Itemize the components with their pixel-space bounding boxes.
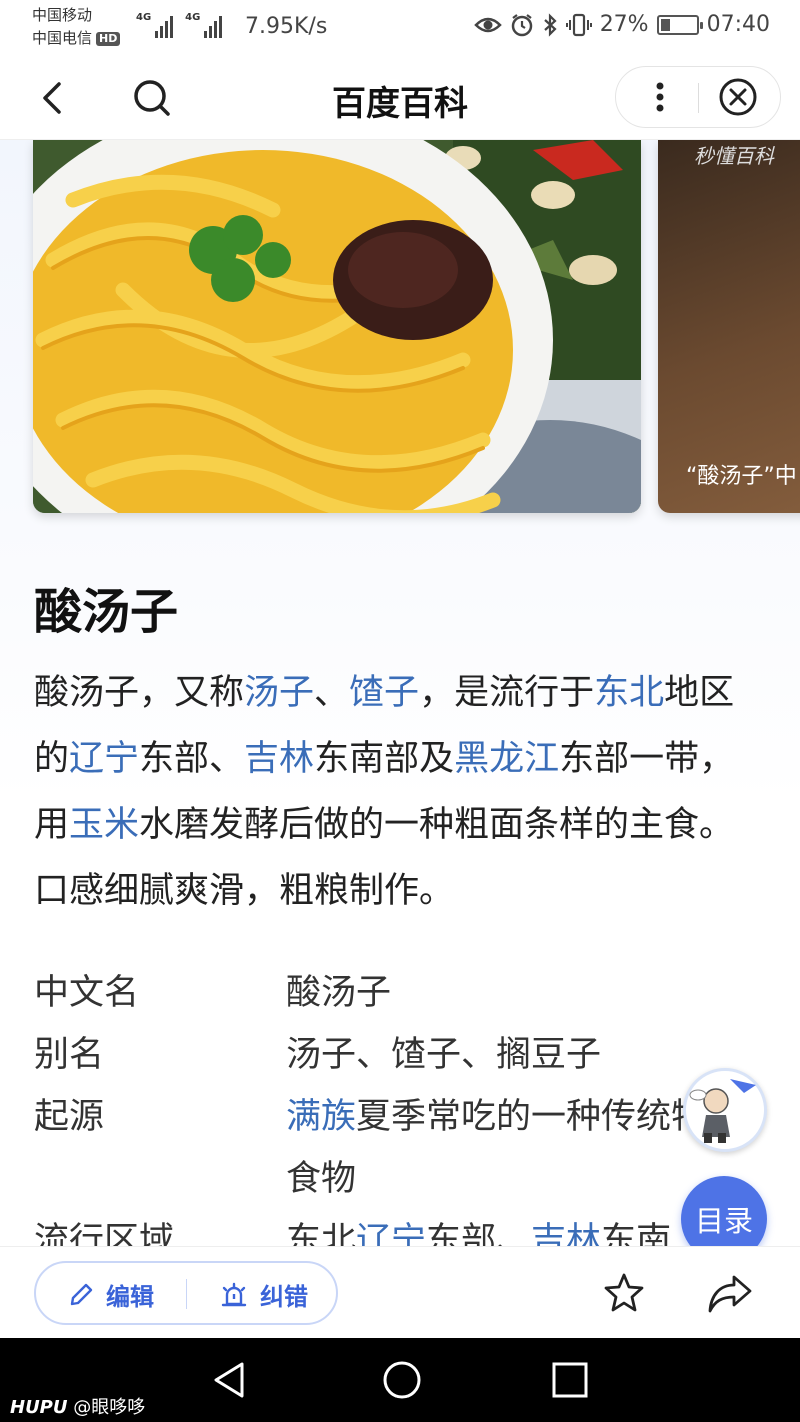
pill-divider xyxy=(186,1279,187,1309)
info-row: 别名 汤子、馇子、搁豆子 xyxy=(34,1024,754,1086)
info-value: 汤子、馇子、搁豆子 xyxy=(286,1024,754,1086)
edit-correct-pill: 编辑 纠错 xyxy=(34,1261,338,1325)
info-key: 流行区域 xyxy=(34,1221,175,1246)
system-navigation-bar: HUPU @眼哆哆 xyxy=(0,1338,800,1422)
status-bar: 中国移动 中国电信 HD 4G 4G 7.95K/s 27% 07:40 xyxy=(0,0,800,56)
miniapp-capsule xyxy=(615,66,781,128)
text-segment: 东北 xyxy=(286,1221,357,1246)
carrier-1: 中国移动 xyxy=(32,6,93,24)
eye-icon xyxy=(473,17,502,32)
image-gallery[interactable]: 秒懂百科 “酸汤子”中 xyxy=(33,140,800,513)
wiki-link[interactable]: 馇子 xyxy=(349,673,419,713)
gallery-image[interactable] xyxy=(33,140,641,513)
bottom-action-bar: 编辑 纠错 xyxy=(0,1246,800,1338)
cartoon-avatar-icon xyxy=(687,1072,763,1148)
assistant-avatar-button[interactable] xyxy=(683,1068,767,1152)
wiki-link[interactable]: 东北 xyxy=(594,673,664,713)
image-watermark: 秒懂百科 xyxy=(694,144,774,168)
bluetooth-icon xyxy=(543,12,557,37)
net-speed: 7.95K/s xyxy=(245,14,328,39)
wiki-link[interactable]: 吉林 xyxy=(244,739,314,779)
search-icon xyxy=(134,80,170,116)
square-recents-icon xyxy=(552,1362,588,1398)
info-key: 中文名 xyxy=(34,973,140,1013)
wiki-link[interactable]: 黑龙江 xyxy=(454,739,559,779)
text-segment: 汤子、馇子、搁豆子 xyxy=(286,1035,602,1075)
source-watermark: HUPU @眼哆哆 xyxy=(10,1393,145,1419)
noodle-dish-image xyxy=(33,140,641,513)
signal-icon: 4G xyxy=(185,12,223,38)
wiki-link[interactable]: 满族 xyxy=(286,1097,356,1137)
info-row: 中文名 酸汤子 xyxy=(34,962,754,1024)
info-key: 起源 xyxy=(34,1097,105,1137)
net-type-label: 4G xyxy=(185,12,201,23)
signal-indicators: 4G 4G xyxy=(136,12,223,38)
gallery-image[interactable]: 秒懂百科 “酸汤子”中 xyxy=(658,140,800,513)
toc-button[interactable]: 目录 xyxy=(681,1176,767,1246)
text-segment: 东南部及 xyxy=(314,739,455,779)
system-back-button[interactable] xyxy=(208,1358,252,1402)
wiki-link[interactable]: 玉米 xyxy=(69,805,139,845)
circle-home-icon xyxy=(383,1361,421,1399)
watermark-user: @眼哆哆 xyxy=(73,1397,146,1418)
correct-label: 纠错 xyxy=(260,1283,308,1311)
system-home-button[interactable] xyxy=(380,1358,424,1402)
image-caption: “酸汤子”中 xyxy=(686,464,797,489)
wiki-link[interactable]: 吉林 xyxy=(531,1221,601,1246)
carrier-info: 中国移动 中国电信 HD xyxy=(32,4,121,50)
entry-summary: 酸汤子，又称汤子、馇子，是流行于东北地区的辽宁东部、吉林东南部及黑龙江东部一带，… xyxy=(34,660,764,924)
alarm-icon xyxy=(511,13,532,36)
more-button[interactable] xyxy=(636,73,684,121)
close-button[interactable] xyxy=(714,73,762,121)
net-type-label: 4G xyxy=(136,12,152,23)
triangle-back-icon xyxy=(214,1362,244,1398)
entry-title: 酸汤子 xyxy=(34,584,179,640)
text-segment: ，是流行于 xyxy=(419,673,595,713)
wiki-link[interactable]: 辽宁 xyxy=(356,1221,426,1246)
text-segment: 东部、 xyxy=(139,739,245,779)
header: 百度百科 xyxy=(0,56,800,140)
share-button[interactable] xyxy=(706,1271,754,1315)
status-icons: 27% 07:40 xyxy=(473,12,770,37)
back-button[interactable] xyxy=(30,74,78,122)
correct-button[interactable]: 纠错 xyxy=(218,1277,308,1312)
text-segment: 东部、 xyxy=(426,1221,532,1246)
favorite-button[interactable] xyxy=(602,1271,646,1315)
battery-icon xyxy=(656,14,703,35)
battery-percent: 27% xyxy=(599,12,649,37)
info-row: 起源 满族夏季常吃的一种传统特色食物 xyxy=(34,1086,754,1210)
chevron-left-icon xyxy=(43,82,61,114)
search-button[interactable] xyxy=(128,74,176,122)
close-circle-icon xyxy=(719,78,757,116)
page-title: 百度百科 xyxy=(332,84,468,124)
text-segment: 酸汤子 xyxy=(286,973,392,1013)
info-key: 别名 xyxy=(34,1035,105,1075)
more-vertical-icon xyxy=(656,82,664,112)
wiki-link[interactable]: 辽宁 xyxy=(69,739,139,779)
vibrate-icon xyxy=(565,13,592,36)
text-segment: 、 xyxy=(314,673,350,713)
basic-info-table: 中文名 酸汤子 别名 汤子、馇子、搁豆子 起源 满族夏季常吃的一种传统特色食物 流行区域 东北… xyxy=(34,962,754,1246)
article-content: 秒懂百科 “酸汤子”中 酸汤子 酸汤子，又称汤子、馇子，是流行于东北地区的辽宁东… xyxy=(0,140,800,1246)
hd-badge: HD xyxy=(96,31,121,46)
toc-label: 目录 xyxy=(694,1204,753,1238)
capsule-divider xyxy=(698,83,699,113)
signal-icon: 4G xyxy=(136,12,174,38)
text-segment: 酸汤子，又称 xyxy=(34,673,245,713)
wiki-link[interactable]: 汤子 xyxy=(244,673,314,713)
text-segment: 东南 xyxy=(601,1221,672,1246)
pencil-icon xyxy=(70,1283,93,1305)
text-segment: 水磨发酵后做的一种粗面条样的主食。口感细腻爽滑，粗粮制作。 xyxy=(34,805,735,911)
star-icon xyxy=(604,1273,644,1312)
system-recents-button[interactable] xyxy=(550,1360,590,1400)
info-row: 流行区域 东北辽宁东部、吉林东南 xyxy=(34,1210,754,1246)
clock: 07:40 xyxy=(706,12,770,37)
watermark-brand: HUPU xyxy=(10,1397,68,1418)
share-icon xyxy=(708,1275,752,1313)
edit-button[interactable]: 编辑 xyxy=(66,1277,154,1312)
alert-bell-icon xyxy=(221,1282,247,1306)
info-value: 酸汤子 xyxy=(286,962,754,1024)
carrier-2: 中国电信 xyxy=(32,29,93,47)
edit-label: 编辑 xyxy=(106,1283,154,1311)
